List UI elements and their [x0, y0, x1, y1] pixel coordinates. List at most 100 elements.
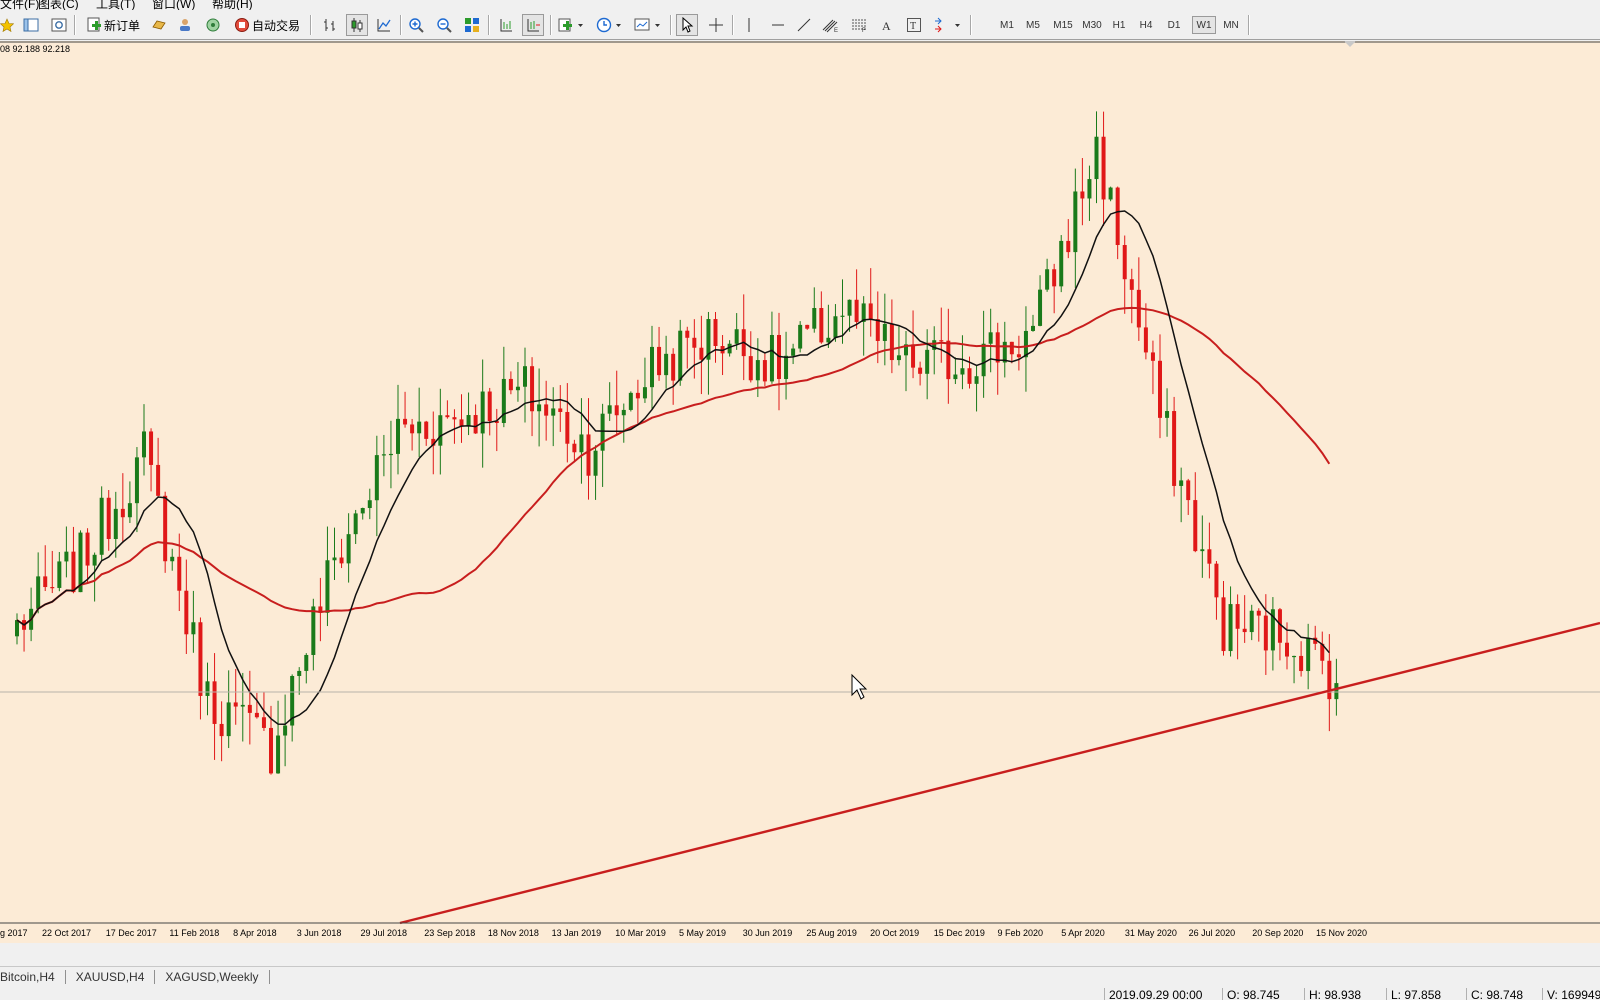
auto-trading-button[interactable]: 自动交易 — [232, 14, 302, 36]
candle-down — [1214, 563, 1219, 598]
candle-down — [424, 421, 429, 439]
candle-down — [635, 392, 640, 399]
trendline-icon[interactable] — [794, 14, 814, 36]
candle-down — [1158, 360, 1162, 418]
candle-down — [875, 319, 880, 341]
text-label-icon[interactable]: A — [878, 14, 896, 36]
x-axis-tick-label: 13 Jan 2019 — [552, 928, 602, 938]
candle-up — [1334, 683, 1339, 700]
candle-up — [593, 450, 598, 476]
arrows-dropdown-icon[interactable] — [930, 14, 964, 36]
chart-area[interactable]: g 2017 22 Oct 2017 17 Dec 2017 11 Feb 2018 8… — [0, 41, 1600, 943]
candle-down — [918, 367, 923, 374]
horizontal-line-icon[interactable] — [768, 14, 788, 36]
chart-shift-marker-icon[interactable] — [1344, 41, 1356, 47]
menu-tools[interactable]: 工具(T) — [96, 0, 135, 10]
vertical-line-icon[interactable] — [740, 14, 758, 36]
candle-down — [1221, 597, 1226, 652]
navigator-people-icon[interactable] — [176, 14, 194, 36]
bar-chart-icon[interactable] — [320, 14, 340, 36]
candlestick-chart-icon[interactable] — [346, 14, 368, 36]
x-axis-tick-label: 5 May 2019 — [679, 928, 726, 938]
candle-down — [805, 324, 810, 329]
tile-windows-icon[interactable] — [462, 14, 482, 36]
timeframe-m5-button[interactable]: M5 — [1022, 16, 1044, 34]
menu-window[interactable]: 窗口(W) — [152, 0, 195, 10]
timeframe-h4-button[interactable]: H4 — [1135, 16, 1157, 34]
tab-xauusd-h4[interactable]: XAUUSD,H4 — [66, 969, 156, 984]
favorites-star-icon[interactable] — [0, 14, 14, 36]
candle-up — [953, 374, 958, 380]
candle-down — [692, 337, 697, 348]
candle-up — [205, 681, 210, 696]
profiles-window-icon[interactable] — [22, 14, 40, 36]
status-bar: 2019.09.29 00:00 O: 98.745 H: 98.938 L: … — [0, 986, 1600, 1000]
autoscroll-icon[interactable] — [522, 14, 544, 36]
candle-down — [671, 353, 676, 381]
line-chart-icon[interactable] — [374, 14, 394, 36]
timeframe-w1-button[interactable]: W1 — [1192, 16, 1216, 34]
candle-up — [579, 434, 584, 453]
menu-file[interactable]: 文件(F) — [0, 0, 39, 10]
market-watch-gold-icon[interactable] — [150, 14, 168, 36]
timeframe-m15-button[interactable]: M15 — [1050, 16, 1076, 34]
status-close: C: 98.748 — [1466, 988, 1523, 1000]
candle-down — [1122, 245, 1127, 280]
timeframe-d1-button[interactable]: D1 — [1163, 16, 1185, 34]
templates-dropdown-icon[interactable] — [632, 14, 664, 36]
menu-help[interactable]: 帮助(H) — [212, 0, 253, 10]
signals-antenna-icon[interactable] — [204, 14, 222, 36]
candle-down — [889, 323, 894, 361]
crosshair-icon[interactable] — [706, 14, 726, 36]
tab-bitcoin-h4[interactable]: Bitcoin,H4 — [0, 969, 66, 984]
timeframe-h1-button[interactable]: H1 — [1108, 16, 1130, 34]
candle-down — [403, 418, 408, 425]
candle-up — [1038, 289, 1043, 326]
menu-charts[interactable]: 图表(C) — [38, 0, 79, 10]
x-axis-tick-label: 3 Jun 2018 — [297, 928, 342, 938]
candle-down — [261, 717, 266, 728]
cursor-arrow-icon[interactable] — [676, 14, 698, 36]
x-axis-tick-label: 9 Feb 2020 — [998, 928, 1044, 938]
zoom-in-icon[interactable] — [406, 14, 426, 36]
candle-up — [523, 366, 527, 387]
zoom-out-icon[interactable] — [434, 14, 454, 36]
new-order-button[interactable]: 新订单 — [84, 14, 142, 36]
candle-up — [304, 654, 309, 671]
timeframe-m30-button[interactable]: M30 — [1079, 16, 1105, 34]
chart-shift-icon[interactable] — [496, 14, 516, 36]
x-axis-tick-label: 5 Apr 2020 — [1061, 928, 1105, 938]
candle-up — [438, 415, 443, 446]
candle-down — [946, 340, 951, 380]
candle-down — [685, 330, 690, 338]
periods-clock-icon[interactable] — [594, 14, 624, 36]
candle-down — [586, 434, 591, 476]
support-trendline[interactable] — [399, 621, 1600, 925]
chart-canvas[interactable]: g 2017 22 Oct 2017 17 Dec 2017 11 Feb 2018 8… — [0, 41, 1600, 943]
candle-down — [1242, 628, 1247, 633]
candle-down — [219, 723, 224, 737]
candle-up — [1023, 330, 1028, 358]
candle-down — [120, 508, 125, 518]
text-box-icon[interactable]: T — [904, 14, 924, 36]
x-axis-tick-label: 30 Jun 2019 — [743, 928, 793, 938]
timeframe-m1-button[interactable]: M1 — [996, 16, 1018, 34]
candle-up — [988, 332, 993, 344]
timeframe-mn-button[interactable]: MN — [1220, 16, 1242, 34]
candle-down — [247, 704, 252, 713]
x-axis-tick-label: 26 Jul 2020 — [1189, 928, 1236, 938]
toolbar-separator — [400, 15, 402, 35]
zoom-window-icon[interactable] — [50, 14, 68, 36]
x-axis-tick-label: 11 Feb 2018 — [169, 928, 219, 938]
candle-up — [981, 343, 986, 377]
candle-up — [417, 421, 422, 434]
fibonacci-icon[interactable]: F — [848, 14, 870, 36]
tab-xagusd-weekly[interactable]: XAGUSD,Weekly — [155, 969, 270, 984]
candle-down — [106, 497, 111, 540]
indicators-dropdown-icon[interactable] — [556, 14, 586, 36]
candle-down — [156, 464, 161, 496]
equidistant-channel-icon[interactable]: E — [820, 14, 842, 36]
candle-up — [360, 508, 365, 514]
candle-up — [791, 348, 796, 356]
candle-up — [769, 334, 774, 382]
